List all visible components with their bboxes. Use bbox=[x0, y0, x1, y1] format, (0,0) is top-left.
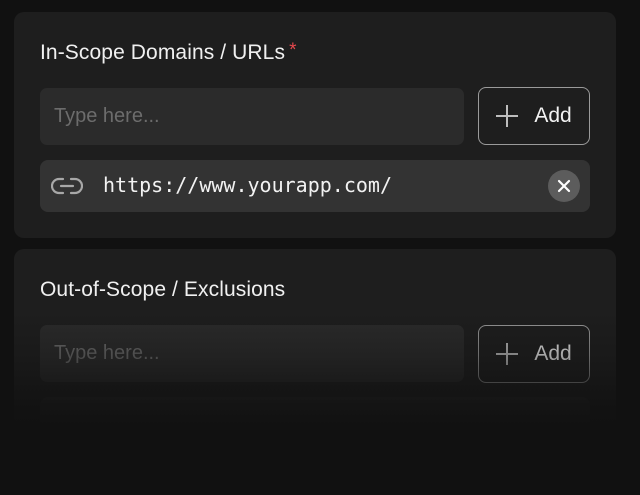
remove-url-button[interactable] bbox=[548, 170, 580, 202]
add-button-label: Add bbox=[534, 104, 572, 127]
in-scope-input[interactable] bbox=[40, 88, 464, 145]
required-mark: * bbox=[289, 40, 297, 61]
link-icon bbox=[51, 177, 83, 195]
url-text: https://www.yourapp.com/ bbox=[103, 173, 392, 197]
out-of-scope-title: Out-of-Scope / Exclusions bbox=[40, 278, 286, 301]
out-of-scope-input[interactable] bbox=[40, 325, 464, 382]
in-scope-card: In-Scope Domains / URLs* Add https://www… bbox=[14, 12, 616, 238]
scope-form-page: In-Scope Domains / URLs* Add https://www… bbox=[0, 0, 640, 495]
out-of-scope-add-button[interactable]: Add bbox=[478, 325, 590, 383]
plus-icon bbox=[496, 343, 519, 365]
out-of-scope-card: Out-of-Scope / Exclusions Add bbox=[14, 249, 616, 495]
in-scope-add-button[interactable]: Add bbox=[478, 87, 590, 145]
plus-icon bbox=[496, 105, 519, 127]
in-scope-title-text: In-Scope Domains / URLs bbox=[40, 41, 286, 64]
in-scope-title: In-Scope Domains / URLs * bbox=[40, 40, 297, 65]
faded-list-item bbox=[40, 397, 590, 449]
url-list-item: https://www.yourapp.com/ bbox=[40, 160, 590, 212]
close-icon bbox=[557, 179, 571, 193]
add-button-label: Add bbox=[534, 342, 572, 365]
